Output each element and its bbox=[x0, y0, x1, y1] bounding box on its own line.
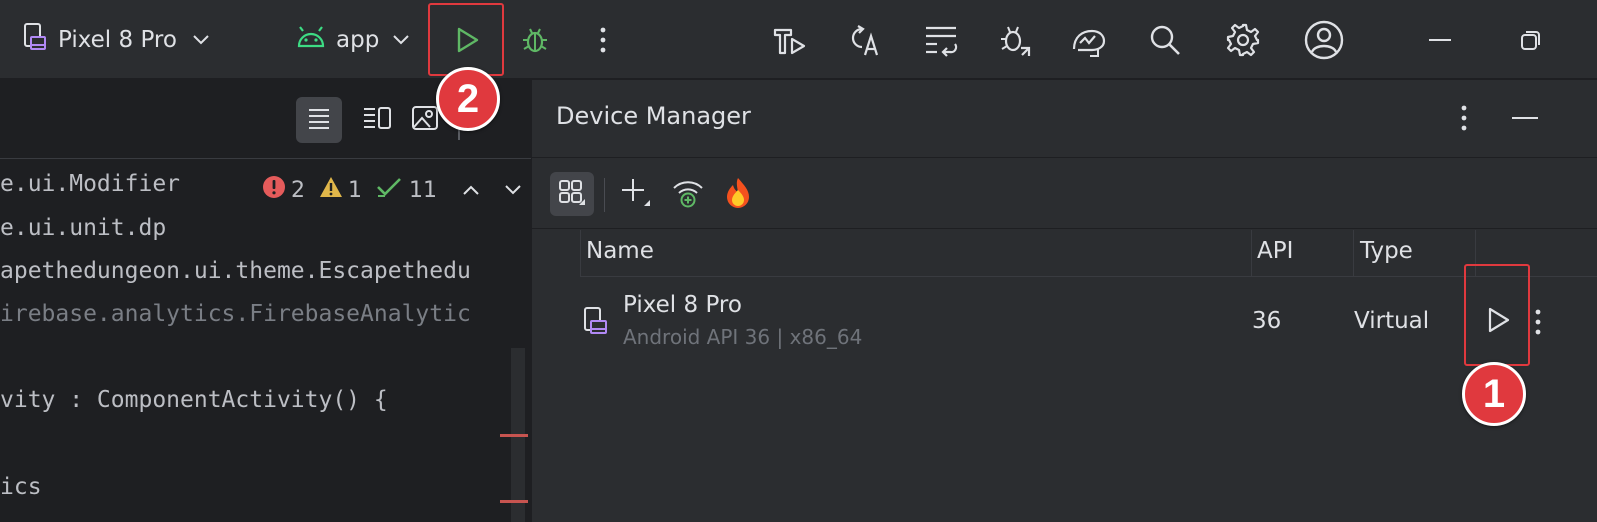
firebase-icon bbox=[724, 176, 752, 212]
warning-icon bbox=[319, 176, 343, 204]
chevron-up-icon bbox=[461, 178, 481, 203]
code-line[interactable]: apethedungeon.ui.theme.Escapethedu bbox=[0, 258, 471, 284]
toolbar-divider bbox=[604, 178, 605, 212]
column-header-api[interactable]: API bbox=[1257, 238, 1293, 264]
minimize-window-button[interactable] bbox=[1417, 17, 1463, 63]
device-type: Virtual bbox=[1354, 308, 1430, 334]
grid-view-icon bbox=[558, 179, 586, 209]
wifi-pair-icon bbox=[671, 176, 705, 212]
gear-icon bbox=[1225, 22, 1261, 58]
code-line[interactable]: e.ui.Modifier bbox=[0, 171, 180, 197]
divider bbox=[532, 228, 1597, 229]
chevron-down-icon bbox=[503, 178, 523, 203]
next-highlight-button[interactable] bbox=[503, 178, 523, 203]
code-editor: 2 1 11 e.ui.Modifier e.ui.unit.dp apethe… bbox=[0, 80, 531, 522]
debug-button[interactable] bbox=[512, 17, 558, 63]
split-view-button[interactable] bbox=[354, 97, 400, 143]
account-icon bbox=[1303, 19, 1345, 61]
device-subtitle: Android API 36 | x86_64 bbox=[623, 325, 863, 349]
error-stripe-marker[interactable] bbox=[500, 500, 528, 503]
device-selector-label: Pixel 8 Pro bbox=[58, 27, 177, 53]
pair-devices-wifi-button[interactable] bbox=[666, 172, 710, 216]
split-view-icon bbox=[362, 106, 392, 134]
debug-icon bbox=[520, 25, 550, 55]
column-separator bbox=[1251, 230, 1252, 276]
device-icon bbox=[582, 306, 610, 340]
callout-badge-2: 2 bbox=[436, 67, 500, 131]
add-icon bbox=[621, 177, 651, 211]
check-icon bbox=[376, 175, 404, 205]
restore-window-button[interactable] bbox=[1508, 17, 1554, 63]
hide-panel-button[interactable] bbox=[1512, 110, 1538, 130]
android-icon bbox=[296, 25, 326, 55]
highlight-box-run-button bbox=[428, 3, 504, 76]
highlight-box-start-device bbox=[1464, 264, 1530, 366]
device-selector[interactable]: Pixel 8 Pro bbox=[22, 20, 211, 60]
minimize-icon bbox=[1512, 111, 1538, 130]
main-toolbar: Pixel 8 Pro app bbox=[0, 0, 1597, 79]
sync-project-button[interactable] bbox=[918, 17, 964, 63]
errors-count[interactable]: 2 bbox=[262, 175, 305, 205]
divider bbox=[580, 276, 1597, 277]
more-vert-icon bbox=[1534, 309, 1542, 340]
debug-icon bbox=[997, 22, 1033, 58]
android-studio-window: Pixel 8 Pro app 2 1 11 e.ui.Modifier e.u… bbox=[0, 0, 1597, 522]
run-configuration-selector[interactable]: app bbox=[296, 20, 411, 60]
build-icon bbox=[771, 22, 807, 58]
error-icon bbox=[262, 175, 286, 205]
apply-changes-button[interactable] bbox=[842, 17, 888, 63]
ok-count[interactable]: 11 bbox=[376, 175, 437, 205]
panel-title: Device Manager bbox=[556, 102, 751, 130]
device-actions-button[interactable] bbox=[1534, 308, 1542, 340]
code-line[interactable]: ics bbox=[0, 474, 42, 500]
divider bbox=[532, 157, 1597, 158]
more-vert-icon bbox=[1460, 105, 1468, 136]
code-view-button[interactable] bbox=[296, 97, 342, 143]
group-view-button[interactable] bbox=[550, 172, 594, 216]
previous-highlight-button[interactable] bbox=[461, 178, 481, 203]
column-separator bbox=[1353, 230, 1354, 276]
settings-button[interactable] bbox=[1220, 17, 1266, 63]
design-view-icon bbox=[411, 105, 439, 135]
column-header-type[interactable]: Type bbox=[1360, 238, 1413, 264]
device-api-level: 36 bbox=[1252, 308, 1282, 334]
firebase-test-lab-button[interactable] bbox=[716, 172, 760, 216]
debug-attach-button[interactable] bbox=[992, 17, 1038, 63]
more-actions-button[interactable] bbox=[580, 17, 626, 63]
search-icon bbox=[1148, 23, 1182, 57]
inspection-widget[interactable]: 2 1 11 bbox=[262, 175, 523, 205]
run-configuration-label: app bbox=[336, 27, 380, 53]
chevron-down-icon bbox=[191, 27, 211, 53]
sync-icon bbox=[923, 23, 959, 57]
column-header-name[interactable]: Name bbox=[586, 238, 654, 264]
panel-options-button[interactable] bbox=[1460, 104, 1468, 136]
more-vert-icon bbox=[599, 26, 607, 54]
warnings-count[interactable]: 1 bbox=[319, 176, 362, 204]
error-stripe-marker[interactable] bbox=[500, 434, 528, 437]
device-manager-panel: Device Manager Name API Type Pixel 8 Pro… bbox=[531, 80, 1597, 522]
translate-icon bbox=[847, 22, 883, 58]
profiler-icon bbox=[1070, 23, 1108, 57]
account-button[interactable] bbox=[1301, 17, 1347, 63]
add-device-button[interactable] bbox=[614, 172, 658, 216]
code-line[interactable]: vity : ComponentActivity() { bbox=[0, 387, 388, 413]
callout-badge-1: 1 bbox=[1462, 362, 1526, 426]
code-line[interactable]: irebase.analytics.FirebaseAnalytic bbox=[0, 301, 471, 327]
build-button[interactable] bbox=[766, 17, 812, 63]
chevron-down-icon bbox=[391, 27, 411, 53]
column-separator bbox=[580, 230, 581, 276]
code-view-icon bbox=[307, 107, 331, 133]
code-line[interactable]: e.ui.unit.dp bbox=[0, 215, 166, 241]
device-icon bbox=[22, 22, 48, 58]
device-name: Pixel 8 Pro bbox=[623, 292, 742, 318]
minimize-icon bbox=[1429, 38, 1451, 42]
restore-icon bbox=[1520, 29, 1542, 51]
profiler-button[interactable] bbox=[1066, 17, 1112, 63]
search-button[interactable] bbox=[1142, 17, 1188, 63]
